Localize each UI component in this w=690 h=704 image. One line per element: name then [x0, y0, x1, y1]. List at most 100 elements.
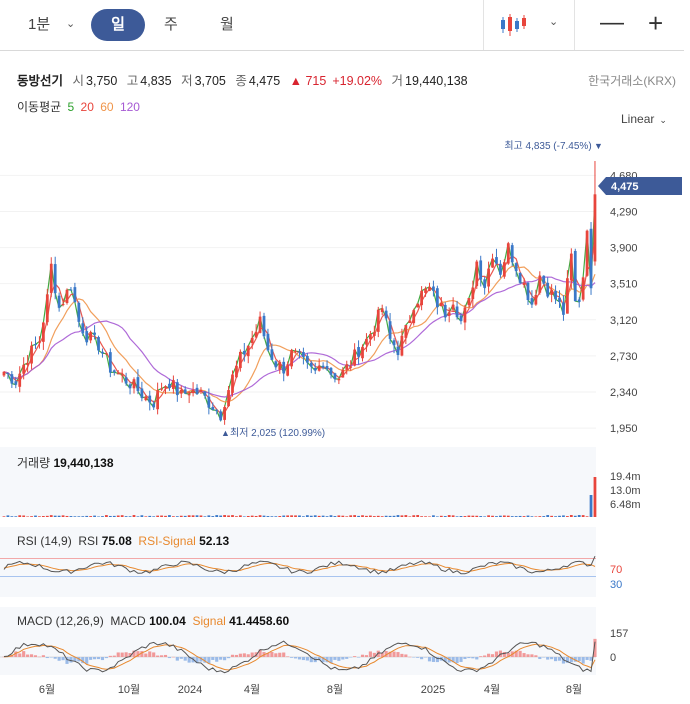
- macd-histogram-bar: [483, 655, 487, 657]
- volume-bar: [491, 515, 494, 517]
- volume-bar: [321, 515, 325, 517]
- macd-histogram-bar: [116, 652, 120, 657]
- macd-histogram-bar: [219, 657, 223, 660]
- candle-body: [455, 306, 459, 318]
- time-axis-tick: 4월: [484, 683, 500, 696]
- candle-body: [396, 346, 400, 355]
- candle-body: [499, 263, 502, 275]
- macd-histogram-bar: [423, 657, 428, 658]
- macd-histogram-bar: [550, 657, 554, 660]
- candle-body: [432, 286, 435, 291]
- candle-body: [270, 349, 274, 360]
- candle-body: [203, 391, 207, 396]
- macd-histogram-bar: [538, 657, 542, 660]
- volume-bar: [420, 516, 423, 517]
- macd-histogram-bar: [467, 657, 471, 659]
- candle-body: [569, 253, 573, 281]
- candle-body: [97, 337, 100, 351]
- candle-body: [73, 287, 77, 303]
- candle-body: [321, 365, 325, 368]
- volume-bar: [514, 516, 518, 517]
- volume-bar: [455, 516, 459, 517]
- candle-body: [112, 370, 116, 373]
- candle-body: [65, 289, 69, 303]
- macd-signal-name: Signal: [192, 614, 226, 628]
- high-annotation: 최고 4,835 (-7.45%): [504, 140, 591, 152]
- candle-body: [187, 394, 191, 396]
- macd-histogram-bar: [108, 655, 112, 657]
- volume-bar: [254, 515, 258, 517]
- volume-bar: [81, 516, 85, 517]
- candle-body: [30, 345, 33, 364]
- volume-bar: [242, 516, 246, 517]
- macd-histogram-bar: [337, 657, 341, 661]
- candle-body: [443, 304, 447, 318]
- volume-bar: [116, 515, 120, 517]
- volume-bar: [26, 516, 29, 517]
- macd-histogram-bar: [522, 653, 526, 657]
- candle-body: [353, 349, 357, 366]
- candle-body: [380, 308, 384, 313]
- candle-body: [168, 383, 171, 389]
- candle-body: [416, 303, 420, 308]
- macd-histogram-bar: [530, 654, 534, 657]
- macd-histogram-bar: [124, 652, 128, 657]
- candle-body: [546, 282, 550, 297]
- macd-histogram-bar: [89, 657, 93, 660]
- macd-histogram-bar: [183, 657, 187, 661]
- macd-histogram-bar: [250, 652, 254, 657]
- candle-body: [152, 403, 156, 408]
- candle-body: [85, 331, 89, 343]
- volume-bar: [124, 516, 128, 517]
- macd-histogram-bar: [479, 656, 483, 657]
- volume-panel-label: 거래량 19,440,138: [17, 454, 114, 471]
- up-arrow-icon: ▲: [221, 428, 230, 438]
- macd-histogram-bar: [238, 653, 242, 657]
- candle-body: [254, 331, 258, 338]
- price-axis-tick: 3,120: [610, 315, 638, 327]
- stock-chart[interactable]: 4,6804,2903,9003,5103,1202,7302,3401,950…: [0, 0, 690, 704]
- candle-body: [53, 264, 57, 294]
- volume-bar: [432, 515, 435, 517]
- volume-bar: [294, 515, 297, 517]
- macd-histogram-bar: [297, 657, 302, 660]
- macd-histogram-bar: [293, 657, 298, 659]
- volume-bar: [577, 515, 581, 517]
- macd-histogram-bar: [345, 657, 349, 659]
- volume-bar: [278, 516, 282, 517]
- volume-bar: [499, 515, 502, 517]
- candle-body: [144, 396, 148, 401]
- candle-body: [593, 194, 597, 262]
- candle-body: [585, 230, 589, 276]
- candle-body: [479, 260, 483, 280]
- candle-body: [81, 323, 85, 334]
- candle-body: [93, 332, 96, 335]
- volume-bar: [144, 516, 148, 517]
- volume-bar: [85, 515, 89, 517]
- macd-histogram-bar: [490, 654, 495, 657]
- candle-body: [542, 275, 546, 284]
- candle-body: [384, 310, 388, 319]
- volume-bar: [286, 515, 290, 517]
- volume-bar: [309, 515, 313, 517]
- volume-bar: [593, 477, 597, 517]
- candle-body: [57, 295, 61, 308]
- macd-histogram-bar: [360, 654, 365, 657]
- macd-histogram-bar: [290, 657, 294, 658]
- price-axis-tick: 2,340: [610, 387, 638, 399]
- candle-body: [495, 257, 498, 264]
- candle-body: [38, 341, 41, 343]
- volume-bar: [108, 515, 112, 517]
- volume-bar: [416, 515, 420, 517]
- volume-bar: [396, 515, 400, 517]
- volume-bar: [160, 515, 163, 517]
- volume-bar: [400, 515, 404, 517]
- volume-bar: [298, 515, 301, 517]
- volume-bar: [305, 515, 309, 517]
- volume-panel-value: 19,440,138: [53, 456, 114, 470]
- candle-body: [258, 316, 262, 333]
- macd-histogram-bar: [171, 656, 175, 658]
- volume-bar: [101, 516, 104, 517]
- volume-bar: [136, 516, 140, 517]
- candle-body: [467, 298, 471, 305]
